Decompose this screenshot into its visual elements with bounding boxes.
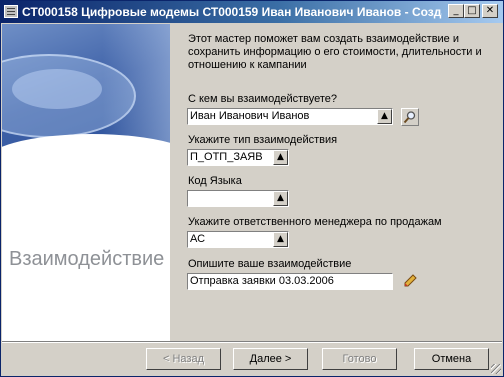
arrow-up-icon: ▲ (277, 234, 284, 244)
resize-grip[interactable] (491, 364, 501, 374)
arrow-up-icon: ▲ (381, 111, 388, 121)
button-separator (2, 341, 502, 343)
next-button[interactable]: Далее > (233, 348, 308, 370)
language-label: Код Языка (188, 175, 242, 187)
cancel-button[interactable]: Отмена (414, 348, 489, 370)
wizard-content: Этот мастер поможет вам создать взаимоде… (171, 24, 502, 341)
description-label: Опишите ваше взаимодействие (188, 258, 352, 270)
type-label: Укажите тип взаимодействия (188, 134, 338, 146)
manager-field[interactable]: АС ▲ (187, 231, 289, 248)
intro-text: Этот мастер поможет вам создать взаимоде… (188, 33, 482, 71)
finish-button[interactable]: Готово (322, 348, 397, 370)
title-bar[interactable]: СТ000158 Цифровые модемы СТ000159 Иван И… (1, 1, 503, 23)
contact-lookup-button[interactable] (401, 108, 419, 126)
description-edit-button[interactable] (401, 272, 419, 290)
back-button[interactable]: < Назад (146, 348, 221, 370)
manager-label: Укажите ответственного менеджера по прод… (188, 216, 442, 228)
wizard-window: СТ000158 Цифровые модемы СТ000159 Иван И… (0, 0, 504, 377)
magnifier-icon (403, 111, 416, 124)
description-field[interactable]: Отправка заявки 03.03.2006 (187, 273, 393, 290)
description-value: Отправка заявки 03.03.2006 (190, 275, 334, 287)
app-table-icon (4, 5, 18, 18)
manager-value: АС (190, 233, 206, 245)
type-dropdown-button[interactable]: ▲ (273, 150, 288, 165)
type-value: П_ОТП_ЗАЯВ (190, 151, 263, 163)
window-title: СТ000158 Цифровые модемы СТ000159 Иван И… (22, 5, 442, 19)
wizard-sidebar: Взаимодействие (2, 24, 170, 341)
language-dropdown-button[interactable]: ▲ (273, 191, 288, 206)
sidebar-title: Взаимодействие (9, 248, 165, 270)
contact-dropdown-button[interactable]: ▲ (377, 109, 392, 124)
contact-field[interactable]: Иван Иванович Иванов ▲ (187, 108, 393, 125)
sidebar-banner-image (2, 24, 170, 172)
contact-label: С кем вы взаимодействуете? (188, 93, 338, 105)
type-field[interactable]: П_ОТП_ЗАЯВ ▲ (187, 149, 289, 166)
arrow-up-icon: ▲ (277, 193, 284, 203)
minimize-button[interactable]: _ (448, 4, 464, 18)
maximize-button[interactable]: □ (464, 4, 480, 18)
contact-value: Иван Иванович Иванов (190, 110, 310, 122)
arrow-up-icon: ▲ (277, 152, 284, 162)
pencil-icon (404, 274, 417, 287)
manager-dropdown-button[interactable]: ▲ (273, 232, 288, 247)
language-field[interactable]: ▲ (187, 190, 289, 207)
close-button[interactable]: ✕ (482, 4, 498, 18)
